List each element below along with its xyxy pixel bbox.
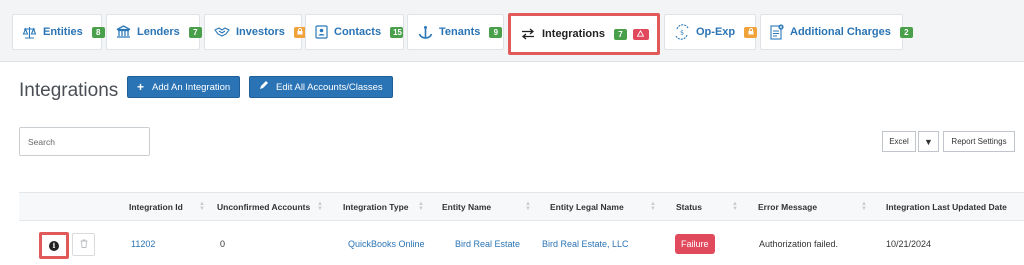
count-badge: 2	[899, 26, 913, 38]
tab-label: Contacts	[334, 26, 382, 38]
entity-legal-name-link[interactable]: Bird Real Estate, LLC	[542, 222, 629, 265]
tab-additional-charges[interactable]: Additional Charges 2	[760, 14, 913, 50]
sort-icon[interactable]: ▲ ▼	[199, 201, 205, 212]
table-row: i 11202 0 QuickBooks Online Bird Real Es…	[19, 222, 1024, 265]
document-plus-icon	[770, 24, 784, 40]
column-header-status[interactable]: Status	[676, 193, 702, 221]
search-input[interactable]	[19, 127, 150, 156]
last-updated-cell: 10/21/2024	[886, 239, 932, 249]
count-badge: 15	[390, 26, 404, 38]
error-message-cell: Authorization failed.	[759, 239, 839, 249]
tab-label: Integrations	[542, 28, 605, 40]
table-header: Integration Id ▲ ▼ Unconfirmed Accounts ▲…	[19, 193, 1024, 221]
integrations-table: Integration Id ▲ ▼ Unconfirmed Accounts ▲…	[19, 192, 1024, 265]
tab-label: Additional Charges	[790, 26, 891, 38]
trash-icon	[80, 239, 88, 250]
excel-dropdown-button[interactable]: ▼	[918, 131, 939, 152]
sort-icon[interactable]: ▲ ▼	[525, 201, 531, 212]
bank-icon	[116, 24, 131, 40]
chevron-down-icon: ▼	[924, 136, 933, 147]
column-header-entity-legal-name[interactable]: Entity Legal Name	[550, 193, 624, 221]
column-header-error-message[interactable]: Error Message	[758, 193, 817, 221]
report-settings-button[interactable]: Report Settings	[943, 131, 1015, 152]
alert-badge	[632, 28, 649, 40]
anchor-icon	[417, 24, 433, 40]
delete-button[interactable]	[72, 233, 95, 256]
status-badge: Failure	[675, 234, 715, 254]
tab-label: Lenders	[137, 26, 180, 38]
edit-accounts-label: Edit All Accounts/Classes	[276, 81, 383, 93]
sort-icon[interactable]: ▲ ▼	[317, 201, 323, 212]
edit-accounts-button[interactable]: Edit All Accounts/Classes	[249, 76, 393, 98]
unconfirmed-accounts-cell: 0	[220, 239, 226, 249]
contact-card-icon	[315, 24, 328, 40]
tab-tenants[interactable]: Tenants 9	[407, 14, 504, 50]
sort-icon[interactable]: ▲ ▼	[732, 201, 738, 212]
handshake-icon	[214, 24, 230, 40]
column-header-last-updated[interactable]: Integration Last Updated Date	[886, 193, 1007, 221]
page-title: Integrations	[19, 80, 119, 101]
svg-text:$: $	[680, 30, 684, 37]
plus-icon: +	[137, 80, 145, 94]
excel-button[interactable]: Excel	[882, 131, 916, 152]
money-cycle-icon: $	[674, 24, 690, 40]
integration-type-link[interactable]: QuickBooks Online	[348, 222, 425, 265]
integration-id-link[interactable]: 11202	[131, 222, 155, 265]
column-header-unconfirmed-accounts[interactable]: Unconfirmed Accounts	[217, 193, 310, 221]
tab-label: Entities	[43, 26, 83, 38]
tab-entities[interactable]: Entities 8	[12, 14, 105, 50]
tab-lenders[interactable]: Lenders 7	[106, 14, 202, 50]
column-header-integration-type[interactable]: Integration Type	[343, 193, 409, 221]
tab-label: Tenants	[439, 26, 481, 38]
lock-badge	[744, 26, 758, 38]
tab-contacts[interactable]: Contacts 15	[305, 14, 404, 50]
count-badge: 7	[188, 26, 202, 38]
tab-label: Investors	[236, 26, 285, 38]
tab-bar: Entities 8 Lenders 7 Investors Contacts …	[0, 0, 1024, 62]
add-integration-label: Add An Integration	[152, 81, 231, 93]
column-header-entity-name[interactable]: Entity Name	[442, 193, 491, 221]
entity-name-link[interactable]: Bird Real Estate	[455, 222, 520, 265]
tab-op-exp[interactable]: $ Op-Exp	[664, 14, 758, 50]
info-icon: i	[49, 240, 59, 251]
sort-icon[interactable]: ▲ ▼	[418, 201, 424, 212]
exchange-arrows-icon	[520, 26, 536, 42]
column-header-integration-id[interactable]: Integration Id	[129, 193, 183, 221]
add-integration-button[interactable]: + Add An Integration	[127, 76, 241, 98]
tab-investors[interactable]: Investors	[204, 14, 307, 50]
count-badge: 8	[91, 26, 105, 38]
sort-icon[interactable]: ▲ ▼	[861, 201, 867, 212]
tab-label: Op-Exp	[696, 26, 736, 38]
sort-icon[interactable]: ▲ ▼	[650, 201, 656, 212]
info-button[interactable]: i	[39, 232, 69, 259]
tab-integrations[interactable]: Integrations 7	[508, 13, 660, 55]
count-badge: 7	[613, 28, 627, 40]
pencil-icon	[259, 81, 268, 93]
scale-icon	[22, 24, 37, 40]
count-badge: 9	[489, 26, 503, 38]
